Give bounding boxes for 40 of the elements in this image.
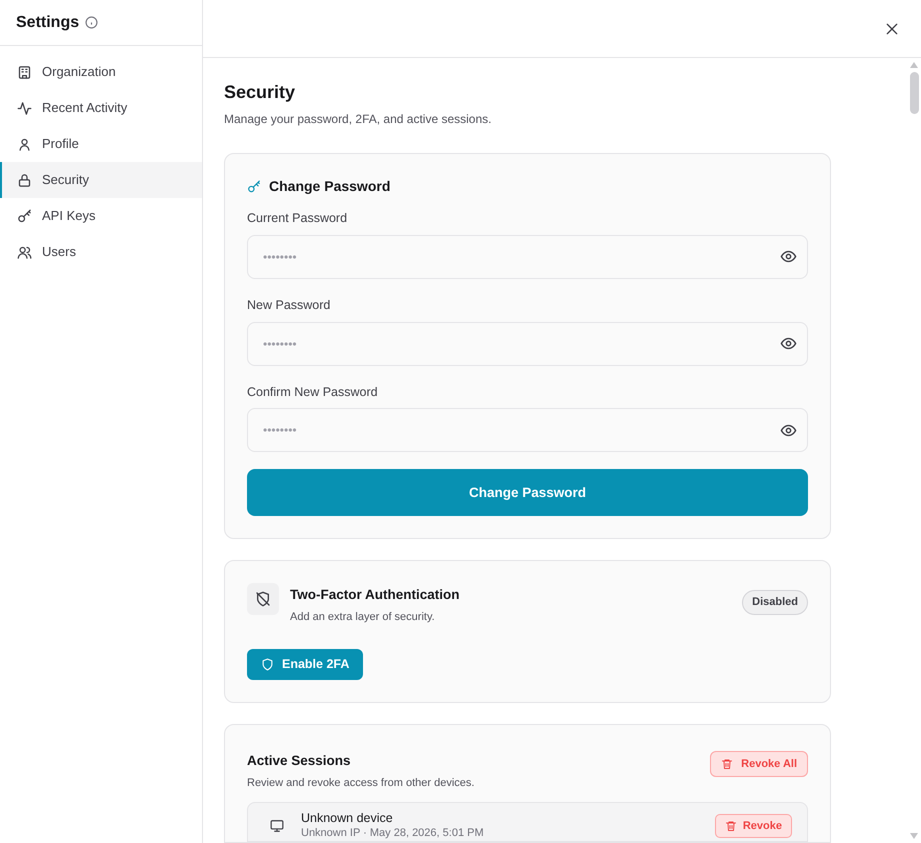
page-title: Security <box>224 81 296 104</box>
change-password-button[interactable]: Change Password <box>247 469 808 516</box>
monitor-icon <box>270 818 284 833</box>
device-name: Unknown device <box>301 810 394 826</box>
key-icon <box>247 180 261 194</box>
field-label: New Password <box>247 296 332 314</box>
close-icon <box>884 20 900 36</box>
user-icon <box>17 136 32 152</box>
trash-icon <box>724 820 737 832</box>
sidebar-item[interactable]: Profile <box>0 126 202 162</box>
sidebar-item[interactable]: Users <box>0 234 202 270</box>
enable-2fa-button[interactable]: Enable 2FA <box>247 649 364 680</box>
status-badge: Disabled <box>742 590 808 615</box>
page-subtitle: Manage your password, 2FA, and active sessions. <box>224 111 492 128</box>
card-title: Change Password <box>269 177 390 196</box>
card-subtitle: Review and revoke access from other devices. <box>247 776 476 792</box>
password-field[interactable]: •••••••• <box>247 234 808 279</box>
trash-icon <box>721 758 734 770</box>
password-field[interactable]: •••••••• <box>247 322 808 366</box>
building-icon <box>17 64 32 80</box>
key-icon <box>17 208 32 224</box>
shield-icon <box>261 658 274 671</box>
sidebar-item[interactable]: API Keys <box>0 198 202 234</box>
scrollbar-thumb[interactable] <box>910 72 918 114</box>
password-field[interactable]: •••••••• <box>247 408 808 452</box>
session-detail: Unknown IP · May 28, 2026, 5:01 PM <box>301 826 485 841</box>
field-label: Confirm New Password <box>247 384 379 400</box>
sidebar-title: Settings <box>16 12 80 32</box>
field-label: Current Password <box>247 210 348 227</box>
pulse-icon <box>17 100 32 116</box>
card-title: Two-Factor Authentication <box>290 586 460 604</box>
card-subtitle: Add an extra layer of security. <box>290 610 436 624</box>
info-icon <box>85 16 98 29</box>
card-title: Active Sessions <box>247 752 352 770</box>
users-icon <box>17 244 32 260</box>
lock-icon <box>17 172 32 188</box>
sidebar-item[interactable]: Security <box>0 162 202 198</box>
sidebar-item[interactable]: Recent Activity <box>0 90 202 126</box>
eye-icon <box>780 335 796 352</box>
sidebar-item[interactable]: Organization <box>0 54 202 90</box>
